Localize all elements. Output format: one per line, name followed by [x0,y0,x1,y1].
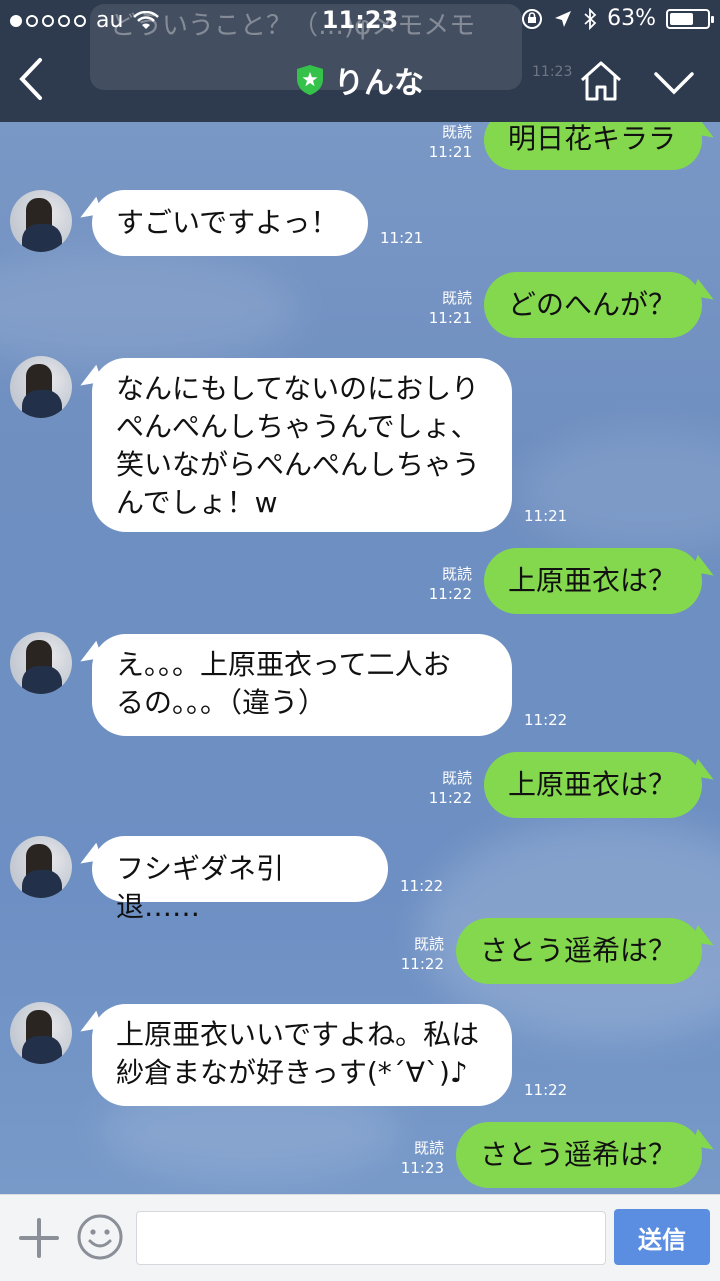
message-time: 11:21 [524,507,568,525]
message-meta: 既読 11:23 [386,1138,444,1178]
send-button[interactable]: 送信 [614,1209,710,1265]
message-time: 11:22 [524,1081,568,1099]
message-input[interactable] [136,1211,606,1265]
message-meta: 既読 11:21 [414,122,472,162]
chat-header: りんな [0,40,720,122]
avatar[interactable] [10,356,72,418]
battery-icon [666,8,714,29]
message-time: 11:22 [428,789,472,807]
rotation-lock-icon [522,8,543,29]
message-bubble-outgoing[interactable]: 上原亜衣は？ [484,752,702,818]
chevron-down-icon[interactable] [652,62,696,102]
bluetooth-icon [584,7,597,30]
avatar[interactable] [10,632,72,694]
avatar[interactable] [10,190,72,252]
battery-percent: 63% [607,6,656,31]
notification-text: どういうこと？（…)φメモメモ [110,11,476,41]
message-bubble-outgoing[interactable]: どのへんが？ [484,272,702,338]
avatar[interactable] [10,1002,72,1064]
read-receipt: 既読 [441,289,472,307]
message-time: 11:21 [428,309,472,327]
message-time: 11:22 [428,585,472,603]
status-right: 63% [521,6,714,31]
message-meta: 既読 11:22 [414,564,472,604]
message-time: 11:21 [380,229,424,247]
home-icon[interactable] [578,58,624,104]
read-receipt: 既読 [441,123,472,141]
plus-icon[interactable] [18,1217,60,1259]
chat-title: りんな [334,66,424,101]
message-bubble-outgoing[interactable]: さとう遥希は？ [456,1122,702,1188]
read-receipt: 既読 [413,1139,444,1157]
message-input-bar: 送信 [0,1194,720,1281]
message-time: 11:22 [524,711,568,729]
message-meta: 既読 11:22 [386,934,444,974]
chat-area[interactable]: 既読 11:21 明日花キララ すごいですよっ！ 11:21 既読 11:21 … [0,110,720,1194]
message-bubble-incoming[interactable]: え。。。上原亜衣って二人お るの。。。（違う） [92,634,512,736]
read-receipt: 既読 [441,565,472,583]
message-bubble-incoming[interactable]: なんにもしてないのにおしり ぺんぺんしちゃうんでしょ、 笑いながらぺんぺんしちゃ… [92,358,512,532]
message-bubble-incoming[interactable]: すごいですよっ！ [92,190,368,256]
message-time: 11:22 [400,955,444,973]
emoji-icon[interactable] [76,1213,124,1261]
read-receipt: 既読 [441,769,472,787]
message-bubble-outgoing[interactable]: さとう遥希は？ [456,918,702,984]
top-bar: au 11:23 63% どういうこと？（…)φメモメモ 11:23 りんな [0,0,720,122]
read-receipt: 既読 [413,935,444,953]
location-arrow-icon [555,10,572,27]
message-time: 11:22 [400,877,444,895]
message-time: 11:21 [428,143,472,161]
message-bubble-incoming[interactable]: 上原亜衣いいですよね。私は 紗倉まなが好きっす(*´∀`)♪ [92,1004,512,1106]
message-meta: 既読 11:22 [414,768,472,808]
official-shield-icon [297,65,323,95]
message-meta: 既読 11:21 [414,288,472,328]
message-time: 11:23 [400,1159,444,1177]
message-bubble-outgoing[interactable]: 上原亜衣は？ [484,548,702,614]
message-bubble-incoming[interactable]: フシギダネ引退…… [92,836,388,923]
avatar[interactable] [10,836,72,898]
